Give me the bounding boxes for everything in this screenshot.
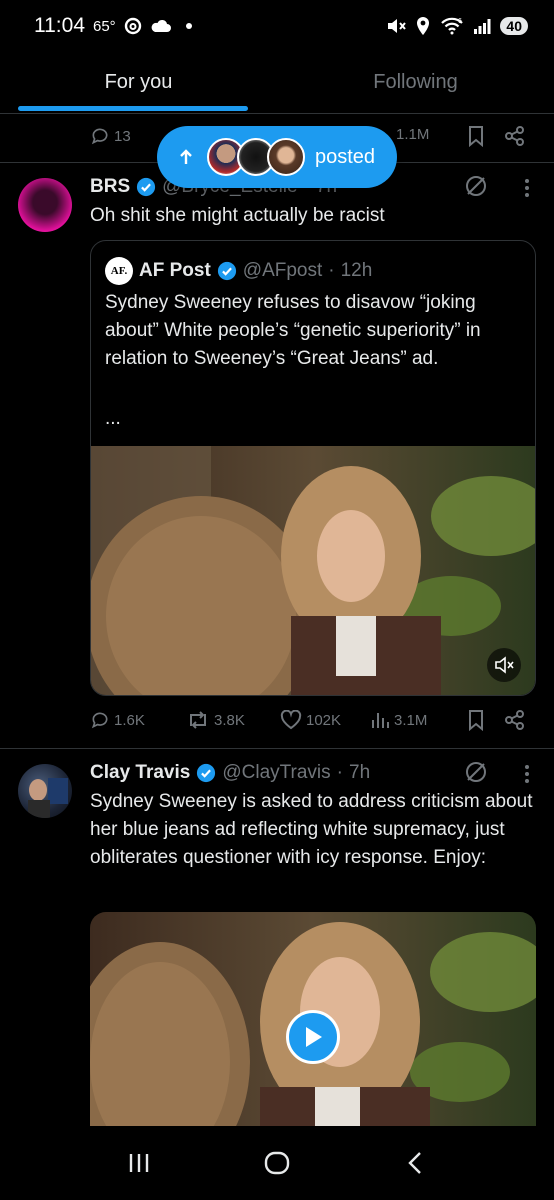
like-icon <box>280 710 302 730</box>
share-icon <box>505 126 524 146</box>
views-count: 3.1M <box>394 711 428 729</box>
back-icon <box>408 1152 421 1174</box>
verified-icon <box>197 763 216 783</box>
tweet-header: Clay Travis @ClayTravis · 7h <box>90 762 370 784</box>
grok-icon[interactable] <box>464 174 488 198</box>
more-icon[interactable] <box>524 178 530 198</box>
posted-label: posted <box>315 145 376 168</box>
home-button[interactable] <box>257 1143 297 1183</box>
bookmark-button[interactable] <box>466 125 486 147</box>
repost-icon <box>190 711 206 729</box>
tab-for-you-label: For you <box>104 71 173 93</box>
quoted-tweet[interactable]: AF. AF Post @AFpost · 12h Sydney Sweeney… <box>90 240 536 696</box>
more-icon[interactable] <box>524 764 530 784</box>
status-temperature: 65° <box>93 17 116 35</box>
quote-ellipsis: ... <box>105 408 121 429</box>
separator-dot: · <box>328 260 335 281</box>
reply-count: 13 <box>114 127 131 145</box>
quote-text: Sydney Sweeney refuses to disavow “jokin… <box>105 292 481 369</box>
quote-time: 12h <box>340 260 373 281</box>
system-navigation-bar <box>0 1126 554 1200</box>
reply-button[interactable]: 13 <box>90 126 131 146</box>
location-icon <box>417 17 430 35</box>
author-name[interactable]: Clay Travis <box>90 762 190 784</box>
mute-icon <box>495 656 514 674</box>
bookmark-icon <box>469 126 483 147</box>
notification-dot-icon <box>185 23 192 29</box>
avatar-image <box>28 778 68 818</box>
mute-status-icon <box>388 19 407 33</box>
reply-icon <box>91 128 108 145</box>
author-name[interactable]: BRS <box>90 176 130 198</box>
threads-icon <box>124 17 141 35</box>
tweet-text: Oh shit she might actually be racist <box>90 205 385 226</box>
like-button[interactable]: 102K <box>280 710 341 730</box>
avatar[interactable] <box>18 764 72 818</box>
status-bar: 11:04 65° 6 40 <box>0 0 554 52</box>
arrow-up-icon <box>180 149 192 164</box>
quote-header: AF. AF Post @AFpost · 12h <box>105 257 372 285</box>
signal-icon <box>474 19 491 34</box>
views-button[interactable]: 3.1M <box>370 710 427 730</box>
tweet-text: Sydney Sweeney is asked to address criti… <box>90 791 533 868</box>
grok-icon[interactable] <box>464 760 488 784</box>
mute-button[interactable] <box>487 648 521 682</box>
bookmark-button[interactable] <box>466 709 486 731</box>
share-icon <box>505 710 524 730</box>
video-thumbnail <box>91 446 535 695</box>
tweet-time: 7h <box>349 762 371 783</box>
play-button[interactable] <box>286 1010 340 1064</box>
reply-icon <box>91 712 108 729</box>
reply-count: 1.6K <box>114 711 145 729</box>
quote-author-handle: @AFpost <box>242 260 323 281</box>
recent-apps-button[interactable] <box>119 1143 159 1183</box>
quote-author-name: AF Post <box>139 260 211 281</box>
verified-icon <box>137 177 156 197</box>
repost-button[interactable]: 3.8K <box>186 710 245 730</box>
share-button[interactable] <box>504 709 526 731</box>
video-player[interactable] <box>90 912 536 1142</box>
avatar[interactable] <box>18 178 72 232</box>
wifi-icon: 6 <box>441 17 464 35</box>
views-count: 1.1M <box>396 126 430 143</box>
status-time: 11:04 <box>34 14 85 37</box>
tab-following[interactable]: Following <box>277 52 554 113</box>
separator-dot: · <box>336 762 343 783</box>
new-posts-pill[interactable]: posted <box>157 126 397 188</box>
views-icon <box>372 713 389 728</box>
verified-icon <box>217 261 236 281</box>
recent-apps-icon <box>129 1154 149 1172</box>
play-icon <box>306 1027 322 1047</box>
timeline-tabs: For you Following <box>0 52 554 114</box>
bookmark-icon <box>469 710 483 731</box>
home-icon <box>264 1151 290 1175</box>
like-count: 102K <box>306 711 342 729</box>
share-button[interactable] <box>504 125 526 147</box>
active-tab-indicator <box>18 106 248 111</box>
quote-avatar: AF. <box>105 257 133 285</box>
cloud-icon <box>151 19 171 32</box>
tweet-brs[interactable]: BRS @Bryce_Estelle · 7h Oh shit she migh… <box>0 162 554 748</box>
pill-avatars <box>207 138 305 176</box>
avatar <box>267 138 305 176</box>
reply-button[interactable]: 1.6K <box>90 710 145 730</box>
video-player[interactable] <box>91 446 535 695</box>
views-button[interactable]: 1.1M <box>396 126 429 143</box>
battery-indicator: 40 <box>500 17 528 35</box>
tab-following-label: Following <box>373 71 458 93</box>
back-button[interactable] <box>395 1143 435 1183</box>
tab-for-you[interactable]: For you <box>0 52 277 113</box>
repost-count: 3.8K <box>214 711 245 729</box>
svg-text:6: 6 <box>458 18 462 25</box>
author-handle[interactable]: @ClayTravis <box>222 762 330 784</box>
